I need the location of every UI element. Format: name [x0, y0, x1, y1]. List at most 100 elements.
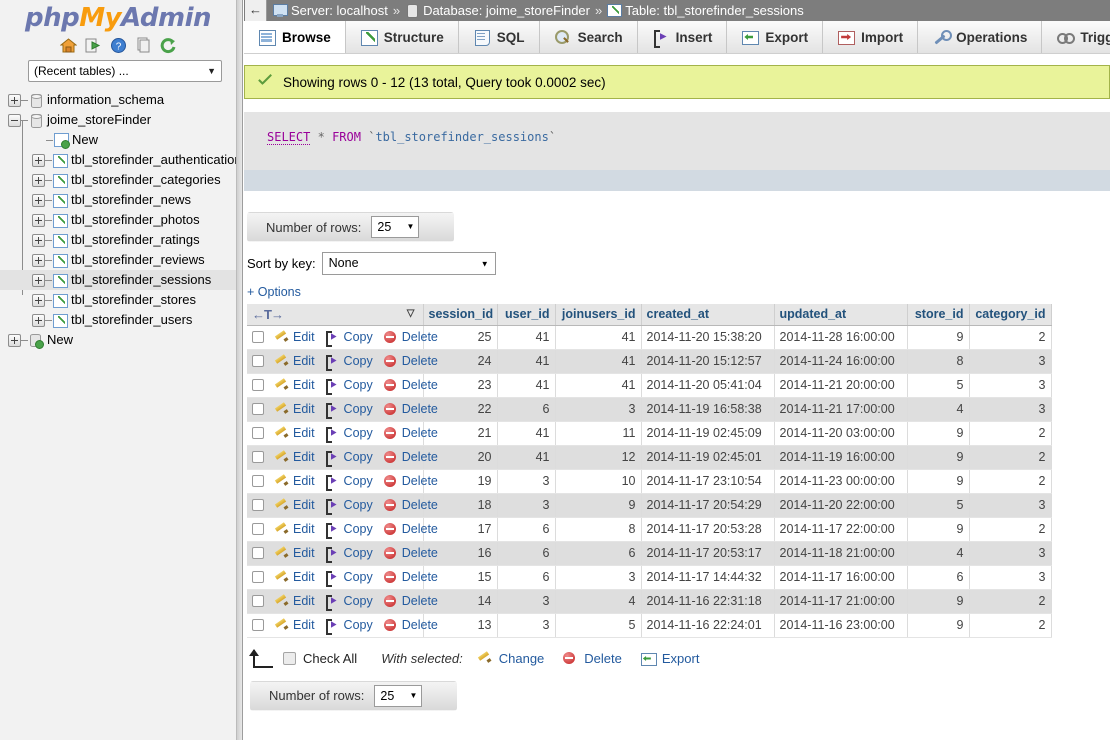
cell-updated-at[interactable]: 2014-11-16 23:00:00 — [774, 613, 908, 638]
breadcrumb-table[interactable]: Table: tbl_storefinder_sessions — [607, 3, 804, 18]
tree-node-label[interactable]: New — [47, 330, 73, 350]
cell-updated-at[interactable]: 2014-11-20 03:00:00 — [774, 421, 908, 446]
check-all-checkbox[interactable] — [283, 652, 296, 665]
number-of-rows-select-bottom[interactable]: 25 ▼ — [374, 684, 423, 707]
table-row[interactable]: Edit Copy Delete 13 3 5 2014-11-16 22:24:01 201… — [247, 613, 1052, 638]
cell-updated-at[interactable]: 2014-11-17 16:00:00 — [774, 565, 908, 590]
sort-direction-arrows-icon[interactable]: ←T→ — [252, 307, 284, 322]
cell-category-id[interactable]: 2 — [969, 445, 1052, 470]
cell-store-id[interactable]: 9 — [907, 325, 970, 350]
tree-expand-icon[interactable] — [32, 173, 45, 187]
cell-category-id[interactable]: 3 — [969, 397, 1052, 422]
cell-user-id[interactable]: 3 — [497, 613, 556, 638]
tree-node-new[interactable]: New — [0, 330, 236, 350]
chevron-down-icon[interactable]: ▽ — [407, 308, 415, 319]
tree-node-label[interactable]: tbl_storefinder_stores — [71, 290, 196, 310]
cell-joinusers-id[interactable]: 41 — [555, 373, 642, 398]
cell-created-at[interactable]: 2014-11-20 05:41:04 — [641, 373, 775, 398]
delete-row-button[interactable]: Delete — [383, 546, 438, 560]
cell-user-id[interactable]: 6 — [497, 397, 556, 422]
cell-updated-at[interactable]: 2014-11-24 16:00:00 — [774, 349, 908, 374]
tab-export[interactable]: Export — [727, 21, 824, 53]
cell-joinusers-id[interactable]: 41 — [555, 325, 642, 350]
table-row[interactable]: Edit Copy Delete 25 41 41 2014-11-20 15:38:20 2… — [247, 325, 1052, 350]
cell-store-id[interactable]: 9 — [907, 517, 970, 542]
cell-updated-at[interactable]: 2014-11-19 16:00:00 — [774, 445, 908, 470]
tree-node-tbl-storefinder-news[interactable]: tbl_storefinder_news — [0, 190, 236, 210]
cell-user-id[interactable]: 3 — [497, 493, 556, 518]
copy-row-button[interactable]: Copy — [325, 402, 373, 419]
cell-store-id[interactable]: 9 — [907, 421, 970, 446]
tree-expand-icon[interactable] — [8, 93, 21, 107]
breadcrumb-database[interactable]: Database: joime_storeFinder — [405, 3, 590, 18]
copy-row-button[interactable]: Copy — [325, 594, 373, 611]
cell-user-id[interactable]: 6 — [497, 541, 556, 566]
column-header-updated-at[interactable]: updated_at — [774, 304, 908, 326]
cell-updated-at[interactable]: 2014-11-18 21:00:00 — [774, 541, 908, 566]
logout-icon[interactable] — [85, 37, 102, 54]
cell-updated-at[interactable]: 2014-11-21 20:00:00 — [774, 373, 908, 398]
tree-node-information-schema[interactable]: information_schema — [0, 90, 236, 110]
tab-structure[interactable]: Structure — [345, 21, 459, 53]
cell-user-id[interactable]: 41 — [497, 325, 556, 350]
copy-row-button[interactable]: Copy — [325, 378, 373, 395]
cell-store-id[interactable]: 9 — [907, 613, 970, 638]
delete-row-button[interactable]: Delete — [383, 474, 438, 488]
copy-row-button[interactable]: Copy — [325, 546, 373, 563]
copy-row-button[interactable]: Copy — [325, 618, 373, 635]
cell-store-id[interactable]: 9 — [907, 469, 970, 494]
row-select-checkbox[interactable] — [252, 403, 264, 415]
tab-browse[interactable]: Browse — [244, 21, 346, 53]
table-row[interactable]: Edit Copy Delete 14 3 4 2014-11-16 22:31:18 201… — [247, 589, 1052, 614]
tree-node-label[interactable]: tbl_storefinder_authentication — [71, 150, 236, 170]
row-select-checkbox[interactable] — [252, 475, 264, 487]
cell-created-at[interactable]: 2014-11-16 22:24:01 — [641, 613, 775, 638]
tree-node-label[interactable]: tbl_storefinder_reviews — [71, 250, 205, 270]
cell-user-id[interactable]: 3 — [497, 589, 556, 614]
tree-node-joime-storefinder[interactable]: joime_storeFinder — [0, 110, 236, 130]
copy-row-button[interactable]: Copy — [325, 426, 373, 443]
cell-user-id[interactable]: 6 — [497, 565, 556, 590]
cell-category-id[interactable]: 3 — [969, 373, 1052, 398]
cell-joinusers-id[interactable]: 3 — [555, 397, 642, 422]
edit-row-button[interactable]: Edit — [274, 594, 315, 608]
edit-row-button[interactable]: Edit — [274, 522, 315, 536]
tree-node-label[interactable]: tbl_storefinder_users — [71, 310, 192, 330]
column-header-joinusers-id[interactable]: joinusers_id — [555, 304, 642, 326]
cell-store-id[interactable]: 5 — [907, 373, 970, 398]
edit-row-button[interactable]: Edit — [274, 354, 315, 368]
cell-joinusers-id[interactable]: 4 — [555, 589, 642, 614]
tree-expand-icon[interactable] — [32, 313, 45, 327]
tab-triggers[interactable]: Triggers — [1042, 21, 1110, 53]
check-all-label[interactable]: Check All — [303, 651, 357, 666]
row-select-checkbox[interactable] — [252, 571, 264, 583]
row-select-checkbox[interactable] — [252, 451, 264, 463]
tree-expand-icon[interactable] — [32, 233, 45, 247]
tab-operations[interactable]: Operations — [918, 21, 1043, 53]
cell-joinusers-id[interactable]: 10 — [555, 469, 642, 494]
copy-row-button[interactable]: Copy — [325, 330, 373, 347]
cell-created-at[interactable]: 2014-11-19 02:45:09 — [641, 421, 775, 446]
tree-node-tbl-storefinder-users[interactable]: tbl_storefinder_users — [0, 310, 236, 330]
row-select-checkbox[interactable] — [252, 547, 264, 559]
cell-joinusers-id[interactable]: 9 — [555, 493, 642, 518]
cell-store-id[interactable]: 4 — [907, 541, 970, 566]
cell-created-at[interactable]: 2014-11-16 22:31:18 — [641, 589, 775, 614]
tree-expand-icon[interactable] — [32, 273, 45, 287]
cell-user-id[interactable]: 41 — [497, 373, 556, 398]
row-select-checkbox[interactable] — [252, 331, 264, 343]
delete-row-button[interactable]: Delete — [383, 378, 438, 392]
edit-row-button[interactable]: Edit — [274, 450, 315, 464]
cell-category-id[interactable]: 3 — [969, 565, 1052, 590]
cell-created-at[interactable]: 2014-11-19 02:45:01 — [641, 445, 775, 470]
cell-user-id[interactable]: 6 — [497, 517, 556, 542]
cell-updated-at[interactable]: 2014-11-23 00:00:00 — [774, 469, 908, 494]
copy-row-button[interactable]: Copy — [325, 474, 373, 491]
cell-category-id[interactable]: 3 — [969, 541, 1052, 566]
cell-store-id[interactable]: 9 — [907, 445, 970, 470]
tree-node-tbl-storefinder-categories[interactable]: tbl_storefinder_categories — [0, 170, 236, 190]
column-header-category-id[interactable]: category_id — [969, 304, 1052, 326]
cell-category-id[interactable]: 2 — [969, 325, 1052, 350]
tree-node-label[interactable]: tbl_storefinder_ratings — [71, 230, 200, 250]
cell-category-id[interactable]: 2 — [969, 589, 1052, 614]
